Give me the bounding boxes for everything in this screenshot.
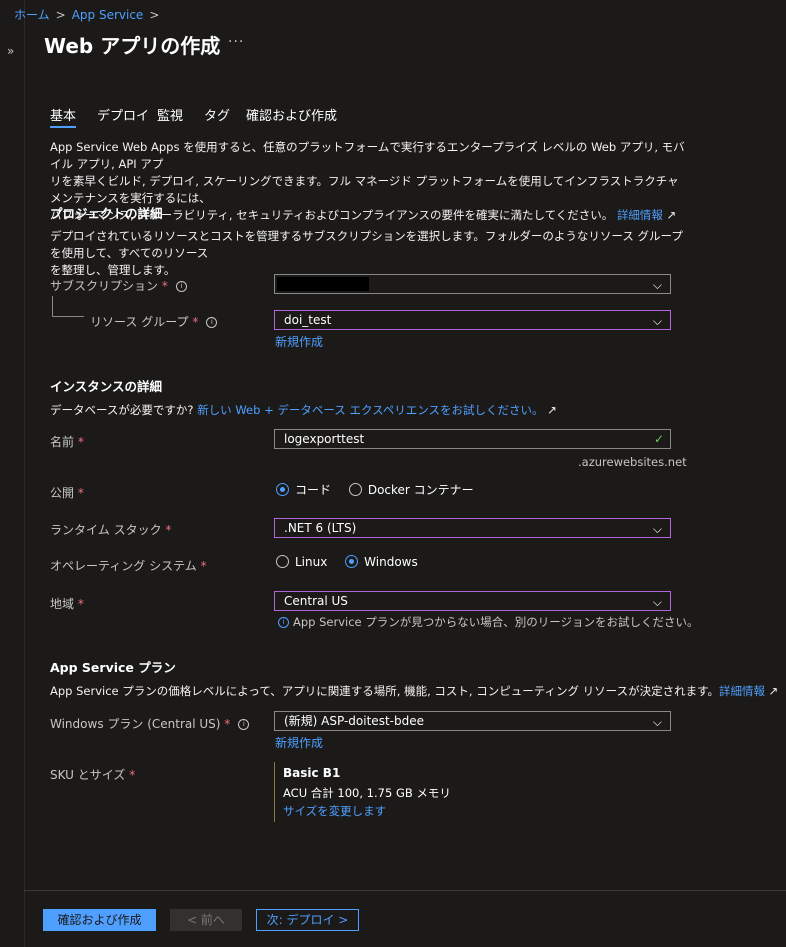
app-service-plan-heading: App Service プラン xyxy=(50,660,176,675)
required-icon: * xyxy=(161,279,168,293)
publish-docker-radio[interactable] xyxy=(348,483,362,496)
tab-basics[interactable]: 基本 xyxy=(50,105,76,124)
sku-name: Basic B1 xyxy=(283,766,341,780)
subscription-dropdown[interactable]: ⌵ xyxy=(274,274,671,294)
sku-accent-bar xyxy=(274,762,275,822)
left-sidebar: » xyxy=(0,0,25,947)
resource-group-dropdown[interactable]: doi_test ⌵ xyxy=(274,310,671,330)
next-deployment-button[interactable]: 次: デプロイ > xyxy=(256,909,359,931)
intro-line: App Service Web Apps を使用すると、任意のプラットフォームで… xyxy=(50,140,685,171)
name-input[interactable]: logexporttest ✓ xyxy=(274,429,671,449)
project-desc-line: デプロイされているリソースとコストを管理するサブスクリプションを選択します。フォ… xyxy=(50,229,683,260)
required-icon: * xyxy=(192,315,199,329)
more-options-icon[interactable]: ··· xyxy=(228,34,244,50)
publish-label: 公開 * xyxy=(50,486,84,500)
tab-tags[interactable]: タグ xyxy=(204,105,230,124)
required-icon: * xyxy=(129,768,136,782)
external-link-icon: ↗ xyxy=(768,684,779,698)
required-icon: * xyxy=(224,717,231,731)
os-linux-radio[interactable] xyxy=(276,555,289,568)
page-title: Web アプリの作成 xyxy=(44,34,221,58)
change-size-link[interactable]: サイズを変更します xyxy=(283,803,386,819)
os-label: オペレーティング システム * xyxy=(50,559,207,573)
info-icon: i xyxy=(278,617,289,628)
os-windows-radio[interactable] xyxy=(345,555,359,568)
resource-group-value: doi_test xyxy=(284,313,332,327)
tab-monitoring[interactable]: 監視 xyxy=(157,105,183,124)
web-database-link[interactable]: 新しい Web + データベース エクスペリエンスをお試しください。 xyxy=(197,403,543,417)
os-windows-label[interactable]: Windows xyxy=(364,555,418,569)
publish-radio-group: コード Docker コンテナー xyxy=(276,481,488,498)
sku-size-label: SKU とサイズ * xyxy=(50,768,136,782)
tab-deployment[interactable]: デプロイ xyxy=(97,105,149,124)
name-value: logexporttest xyxy=(284,432,365,446)
breadcrumb-separator-icon: > xyxy=(149,8,160,22)
publish-code-label[interactable]: コード xyxy=(295,483,331,497)
runtime-stack-label: ランタイム スタック * xyxy=(50,523,172,537)
publish-docker-label[interactable]: Docker コンテナー xyxy=(368,483,474,497)
region-label: 地域 * xyxy=(50,597,84,611)
tree-connector xyxy=(52,296,53,316)
info-icon[interactable]: i xyxy=(175,281,187,292)
region-dropdown[interactable]: Central US ⌵ xyxy=(274,591,671,611)
create-new-resource-group-link[interactable]: 新規作成 xyxy=(275,333,323,350)
review-create-button[interactable]: 確認および作成 xyxy=(43,909,156,931)
name-suffix: .azurewebsites.net xyxy=(578,455,687,469)
breadcrumb-home[interactable]: ホーム xyxy=(14,8,50,22)
required-icon: * xyxy=(77,435,84,449)
runtime-stack-value: .NET 6 (LTS) xyxy=(284,521,357,535)
external-link-icon: ↗ xyxy=(666,208,677,222)
publish-code-radio[interactable] xyxy=(276,483,289,496)
region-value: Central US xyxy=(284,594,348,608)
plan-learn-more-link[interactable]: 詳細情報 xyxy=(719,684,765,698)
windows-plan-label: Windows プラン (Central US) * i xyxy=(50,715,250,732)
project-description: デプロイされているリソースとコストを管理するサブスクリプションを選択します。フォ… xyxy=(50,228,690,279)
breadcrumb-app-service[interactable]: App Service xyxy=(72,8,144,22)
required-icon: * xyxy=(77,597,84,611)
chevron-down-icon: ⌵ xyxy=(652,314,662,328)
learn-more-link[interactable]: 詳細情報 xyxy=(617,208,663,222)
name-label: 名前 * xyxy=(50,435,84,449)
breadcrumb-separator-icon: > xyxy=(55,8,66,22)
chevron-down-icon: ⌵ xyxy=(652,715,662,729)
required-icon: * xyxy=(165,523,172,537)
expand-icon[interactable]: » xyxy=(7,44,14,58)
resource-group-label: リソース グループ * i xyxy=(90,313,218,330)
region-hint: i App Service プランが見つからない場合、別のリージョンをお試しくださ… xyxy=(278,614,699,630)
os-linux-label[interactable]: Linux xyxy=(295,555,327,569)
required-icon: * xyxy=(77,486,84,500)
footer-divider xyxy=(24,890,786,891)
database-prompt: データベースが必要ですか? 新しい Web + データベース エクスペリエンスを… xyxy=(50,403,557,417)
external-link-icon: ↗ xyxy=(547,403,557,417)
instance-details-heading: インスタンスの詳細 xyxy=(50,379,163,394)
chevron-down-icon: ⌵ xyxy=(652,278,662,292)
windows-plan-dropdown[interactable]: (新規) ASP-doitest-bdee ⌵ xyxy=(274,711,671,731)
project-details-heading: プロジェクトの詳細 xyxy=(50,206,163,221)
plan-description: App Service プランの価格レベルによって、アプリに関連する場所, 機能… xyxy=(50,684,779,698)
os-radio-group: Linux Windows xyxy=(276,554,432,569)
subscription-label: サブスクリプション * i xyxy=(50,277,187,294)
redacted-subscription xyxy=(277,277,369,291)
runtime-stack-dropdown[interactable]: .NET 6 (LTS) ⌵ xyxy=(274,518,671,538)
intro-line: リを素早くビルド, デプロイ, スケーリングできます。フル マネージド プラット… xyxy=(50,174,679,205)
info-icon[interactable]: i xyxy=(238,719,250,730)
create-new-plan-link[interactable]: 新規作成 xyxy=(275,734,323,751)
windows-plan-value: (新規) ASP-doitest-bdee xyxy=(284,714,424,728)
chevron-down-icon: ⌵ xyxy=(652,595,662,609)
chevron-down-icon: ⌵ xyxy=(652,522,662,536)
tree-connector xyxy=(52,316,84,317)
tab-review-create[interactable]: 確認および作成 xyxy=(246,105,337,124)
sku-detail: ACU 合計 100, 1.75 GB メモリ xyxy=(283,786,451,800)
breadcrumb: ホーム > App Service > xyxy=(14,6,165,23)
previous-button[interactable]: < 前へ xyxy=(170,909,242,931)
required-icon: * xyxy=(200,559,207,573)
info-icon[interactable]: i xyxy=(206,317,218,328)
check-icon: ✓ xyxy=(653,432,664,446)
tab-selected-indicator xyxy=(50,126,76,128)
